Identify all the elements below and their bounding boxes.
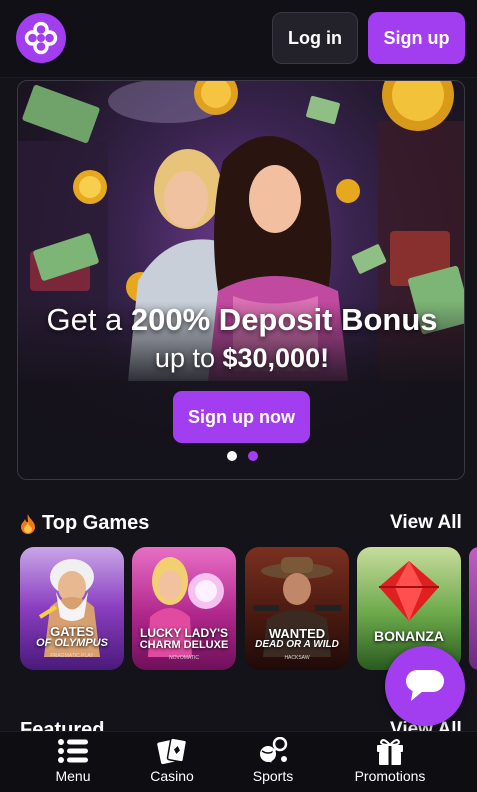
carousel-dot-2[interactable] — [247, 451, 258, 461]
nav-sports[interactable]: Sports — [243, 732, 303, 792]
carousel-dot-1[interactable] — [226, 451, 237, 461]
nav-sports-label: Sports — [252, 768, 294, 784]
game-provider: HACKSAW — [284, 655, 310, 661]
banner-signup-button[interactable]: Sign up now — [173, 391, 310, 443]
live-chat-button[interactable] — [385, 646, 465, 726]
game-subtitle: CHARM DELUXE — [139, 639, 229, 651]
game-title: BONANZA — [374, 628, 444, 644]
game-tile-gates-of-olympus[interactable]: GATES OF OLYMPUS PRAGMATIC PLAY — [20, 547, 124, 670]
game-tile-partial[interactable] — [469, 547, 477, 670]
game-tile-lucky-ladys-charm[interactable]: LUCKY LADY'S CHARM DELUXE NOVOMATIC — [132, 547, 236, 670]
game-title: LUCKY LADY'S — [140, 626, 228, 640]
nav-casino[interactable]: Casino — [140, 732, 204, 792]
nav-promotions[interactable]: Promotions — [345, 732, 435, 792]
nav-casino-label: Casino — [150, 768, 194, 784]
nav-menu[interactable]: Menu — [44, 732, 102, 792]
top-games-heading: Top Games — [20, 512, 149, 535]
game-tile-wanted-dead-or-a-wild[interactable]: WANTED DEAD OR A WILD HACKSAW — [245, 547, 349, 670]
top-header: Log in Sign up — [0, 0, 477, 78]
carousel-dots — [18, 451, 464, 461]
login-button[interactable]: Log in — [272, 12, 358, 64]
cowboy-art — [253, 557, 341, 657]
gift-icon — [377, 739, 403, 765]
bottom-navigation: Menu Casino Sports Promotions — [0, 731, 477, 792]
game-subtitle: OF OLYMPUS — [36, 637, 108, 649]
banner-headline: Get a 200% Deposit Bonus — [46, 302, 438, 337]
game-provider: PRAGMATIC PLAY — [50, 653, 94, 659]
top-games-view-all-link[interactable]: View All — [390, 512, 462, 534]
menu-icon — [58, 739, 88, 763]
cards-icon — [157, 737, 187, 765]
zeus-art — [38, 559, 100, 657]
infinity-logo-icon — [24, 21, 58, 55]
nav-promotions-label: Promotions — [354, 768, 426, 784]
chat-bubble-icon — [406, 670, 444, 701]
game-provider: NOVOMATIC — [169, 655, 199, 661]
signup-button[interactable]: Sign up — [368, 12, 465, 64]
game-subtitle: DEAD OR A WILD — [255, 639, 339, 650]
sports-icon — [260, 737, 288, 763]
flame-icon — [21, 513, 35, 534]
promo-banner[interactable]: Get a 200% Deposit Bonus up to $30,000! … — [17, 80, 465, 480]
banner-subheadline: up to $30,000! — [154, 343, 330, 373]
brand-logo[interactable] — [16, 13, 66, 63]
lady-art — [148, 557, 224, 657]
nav-menu-label: Menu — [55, 768, 91, 784]
page: Log in Sign up Get a 200% Deposit Bonus … — [0, 0, 477, 792]
